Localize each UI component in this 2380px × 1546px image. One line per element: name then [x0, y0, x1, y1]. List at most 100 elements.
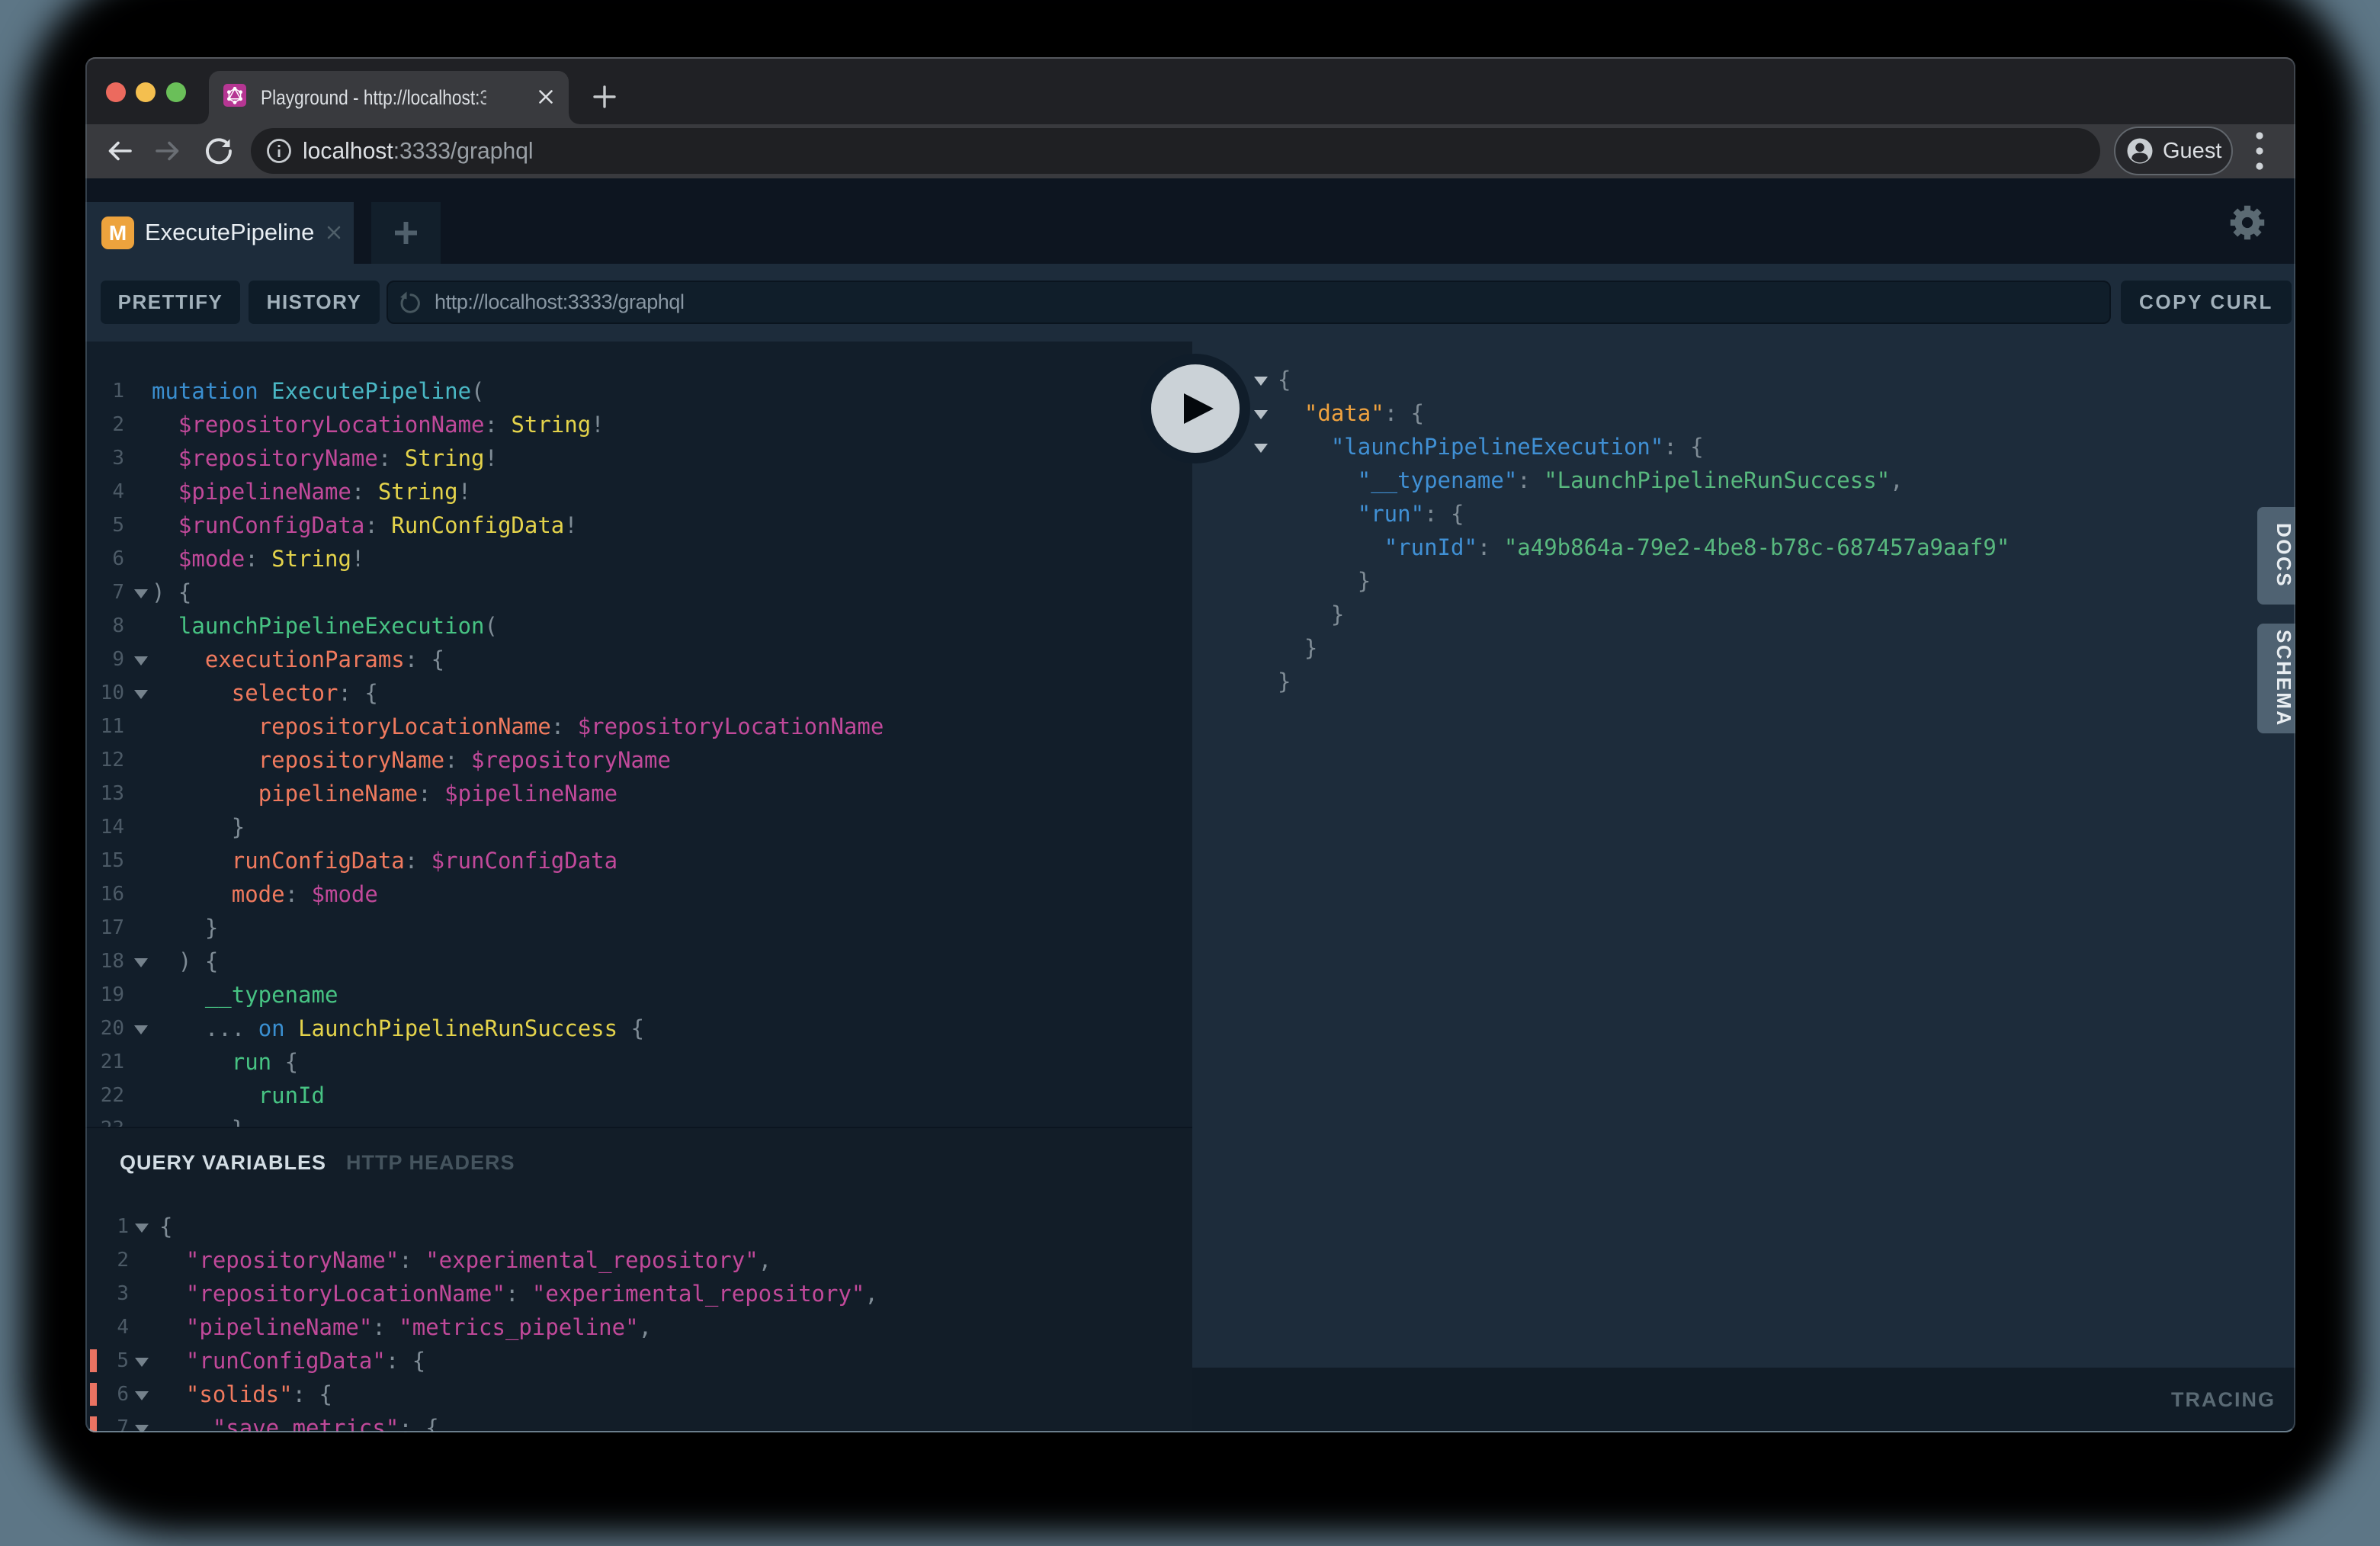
traffic-light-minimize[interactable]	[136, 82, 156, 102]
query-code: repositoryLocationName: $repositoryLocat…	[152, 710, 884, 743]
response-code: "run": {	[1278, 497, 1464, 531]
line-number: 17	[85, 911, 124, 945]
play-icon	[1184, 393, 1214, 424]
playground-toolbar: PRETTIFY HISTORY http://localhost:3333/g…	[85, 264, 2295, 342]
reload-icon[interactable]	[203, 135, 235, 167]
variables-panel: QUERY VARIABLES HTTP HEADERS 1{2 "reposi…	[85, 1127, 1192, 1432]
query-code: $runConfigData: RunConfigData!	[152, 508, 578, 542]
response-code: }	[1278, 598, 1344, 631]
fold-arrow-icon[interactable]	[134, 589, 148, 598]
prettify-button[interactable]: PRETTIFY	[101, 281, 240, 324]
line-number: 13	[85, 777, 124, 810]
fold-arrow-icon[interactable]	[135, 1224, 149, 1233]
query-line: 23 }	[85, 1112, 1192, 1127]
query-line: 15 runConfigData: $runConfigData	[85, 844, 1192, 877]
query-line: 16 mode: $mode	[85, 877, 1192, 911]
query-line: 20 ... on LaunchPipelineRunSuccess {	[85, 1012, 1192, 1045]
query-line: 5 $runConfigData: RunConfigData!	[85, 508, 1192, 542]
session-tab-close-icon[interactable]	[327, 226, 341, 239]
info-icon[interactable]	[265, 137, 293, 165]
new-tab-icon[interactable]	[592, 84, 617, 110]
fold-arrow-icon[interactable]	[135, 1425, 149, 1432]
variables-line: 4 "pipelineName": "metrics_pipeline",	[85, 1310, 1192, 1344]
query-code: ... on LaunchPipelineRunSuccess {	[152, 1012, 644, 1045]
query-line: 13 pipelineName: $pipelineName	[85, 777, 1192, 810]
endpoint-input[interactable]: http://localhost:3333/graphql	[387, 281, 2111, 324]
query-variables-tab[interactable]: QUERY VARIABLES	[120, 1151, 326, 1175]
graphql-playground: M ExecutePipeline	[85, 178, 2295, 1432]
query-line: 6 $mode: String!	[85, 542, 1192, 576]
fold-arrow-icon[interactable]	[1254, 444, 1268, 453]
url-path: :3333/graphql	[393, 137, 534, 164]
settings-gear-icon[interactable]	[2230, 204, 2265, 241]
query-code: runConfigData: $runConfigData	[152, 844, 617, 877]
history-button[interactable]: HISTORY	[249, 281, 380, 324]
response-line: }	[1192, 631, 2295, 665]
response-code: "__typename": "LaunchPipelineRunSuccess"…	[1278, 463, 1904, 497]
response-code: }	[1278, 564, 1371, 598]
response-line: "__typename": "LaunchPipelineRunSuccess"…	[1192, 463, 2295, 497]
query-editor[interactable]: 1mutation ExecutePipeline(2 $repositoryL…	[85, 342, 1192, 1127]
variables-line: 1{	[85, 1210, 1192, 1243]
response-code: {	[1278, 363, 1291, 396]
session-tab-executepipeline[interactable]: M ExecutePipeline	[85, 202, 354, 264]
traffic-light-zoom[interactable]	[166, 82, 186, 102]
fold-arrow-icon[interactable]	[134, 1025, 148, 1034]
new-session-tab-button[interactable]	[371, 202, 441, 264]
variables-line: 6 "solids": {	[85, 1378, 1192, 1411]
query-code: $repositoryName: String!	[152, 441, 498, 475]
response-line: }	[1192, 564, 2295, 598]
fold-arrow-icon[interactable]	[1254, 410, 1268, 419]
variables-code: {	[159, 1210, 172, 1243]
line-number: 12	[85, 743, 124, 777]
response-line: {	[1192, 363, 2295, 396]
line-number: 15	[85, 844, 124, 877]
line-number: 9	[85, 643, 124, 676]
line-number: 8	[85, 609, 124, 643]
forward-icon[interactable]	[152, 136, 183, 166]
query-code: executionParams: {	[152, 643, 444, 676]
schema-side-tab[interactable]: SCHEMA	[2257, 624, 2295, 733]
query-code: repositoryName: $repositoryName	[152, 743, 671, 777]
line-number: 4	[85, 475, 124, 508]
query-line: 14 }	[85, 810, 1192, 844]
query-line: 4 $pipelineName: String!	[85, 475, 1192, 508]
fold-arrow-icon[interactable]	[134, 958, 148, 967]
traffic-light-close[interactable]	[106, 82, 126, 102]
line-number: 19	[85, 978, 124, 1012]
response-pane: { "data": { "launchPipelineExecution": {…	[1192, 342, 2295, 1425]
query-line: 21 run {	[85, 1045, 1192, 1079]
browser-tab-strip: Playground - http://localhost:3	[85, 57, 2295, 124]
tracing-toggle[interactable]: TRACING	[2171, 1368, 2276, 1432]
http-headers-tab[interactable]: HTTP HEADERS	[346, 1151, 515, 1175]
fold-arrow-icon[interactable]	[135, 1358, 149, 1367]
address-bar[interactable]: localhost:3333/graphql	[251, 128, 2100, 174]
profile-button[interactable]: Guest	[2114, 127, 2233, 175]
browser-tab[interactable]: Playground - http://localhost:3	[209, 71, 569, 124]
query-code: run {	[152, 1045, 298, 1079]
fold-arrow-icon[interactable]	[135, 1391, 149, 1400]
response-code: "launchPipelineExecution": {	[1278, 430, 1704, 463]
query-code: ) {	[152, 945, 218, 978]
variables-line: 3 "repositoryLocationName": "experimenta…	[85, 1277, 1192, 1310]
copy-curl-button[interactable]: COPY CURL	[2121, 281, 2292, 324]
response-code: }	[1278, 665, 1291, 698]
fold-arrow-icon[interactable]	[134, 656, 148, 666]
back-icon[interactable]	[104, 136, 135, 166]
tab-close-icon[interactable]	[537, 88, 554, 105]
query-line: 8 launchPipelineExecution(	[85, 609, 1192, 643]
fold-arrow-icon[interactable]	[1254, 377, 1268, 386]
line-number: 1	[85, 374, 124, 408]
query-line: 19 __typename	[85, 978, 1192, 1012]
variables-line: 7 "save_metrics": {	[85, 1411, 1192, 1432]
docs-side-tab[interactable]: DOCS	[2257, 507, 2295, 605]
url-host: localhost	[303, 137, 393, 164]
variables-code: "solids": {	[159, 1378, 332, 1411]
mutation-badge: M	[101, 217, 134, 249]
query-code: launchPipelineExecution(	[152, 609, 498, 643]
replay-icon	[399, 291, 423, 316]
execute-button[interactable]	[1140, 354, 1250, 463]
fold-arrow-icon[interactable]	[134, 690, 148, 699]
session-tab-bar: M ExecutePipeline	[85, 178, 2295, 264]
menu-dots-icon[interactable]	[2255, 130, 2264, 172]
